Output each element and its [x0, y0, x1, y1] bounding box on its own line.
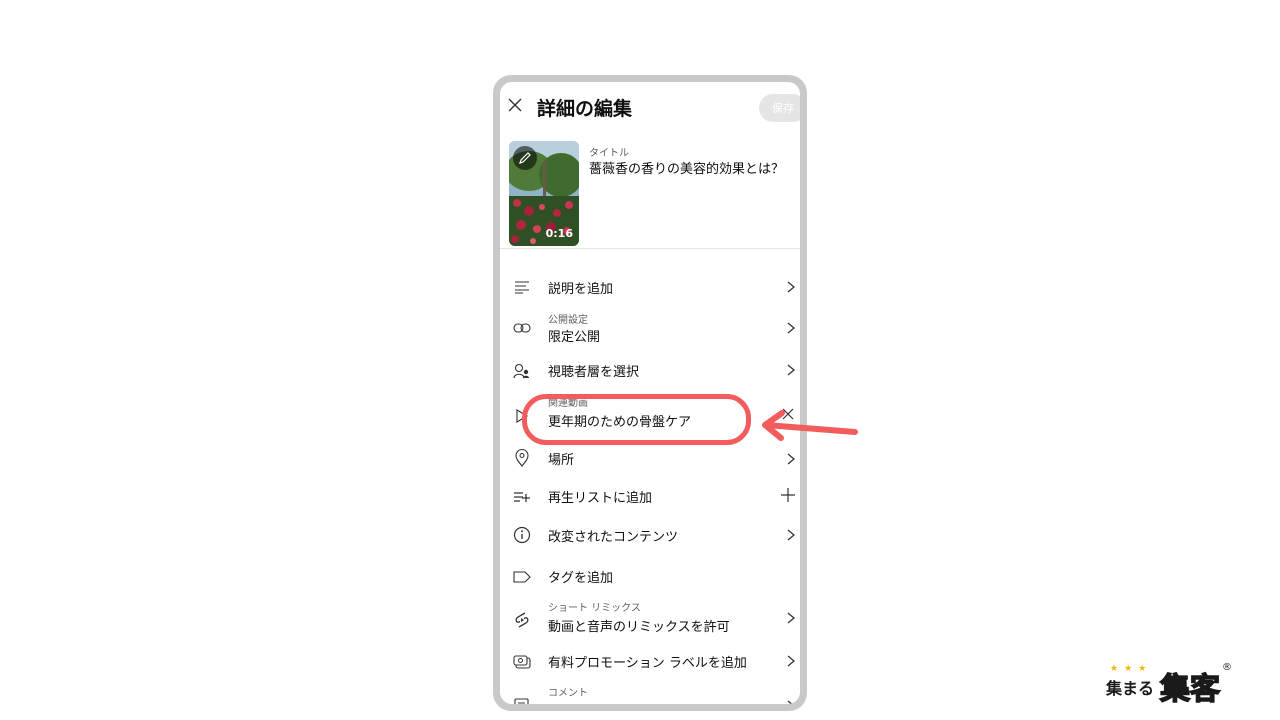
paid-promotion-icon: [513, 653, 531, 671]
close-button[interactable]: [506, 96, 524, 114]
chevron-right-icon: [785, 363, 797, 377]
page-title: 詳細の編集: [537, 98, 633, 120]
audience-icon: [513, 362, 531, 380]
highlight-annotation: [522, 394, 751, 445]
row-select-audience[interactable]: 視聴者層を選択: [500, 354, 800, 388]
shorts-remix-icon: [513, 611, 531, 629]
info-icon: [513, 526, 531, 544]
chevron-right-icon: [785, 611, 797, 625]
row-paid-promotion[interactable]: 有料プロモーション ラベルを追加: [500, 645, 800, 679]
chevron-right-icon: [785, 699, 797, 704]
row-add-tags[interactable]: タグを追加: [500, 559, 800, 595]
row-sublabel: コメント: [548, 688, 588, 699]
chevron-right-icon: [785, 280, 797, 294]
row-label: 有料プロモーション ラベルを追加: [548, 656, 747, 671]
logo-registered-mark: ®: [1222, 662, 1232, 673]
video-thumbnail[interactable]: 0:16: [509, 141, 579, 246]
title-field-label: タイトル: [589, 148, 629, 159]
chevron-right-icon: [785, 654, 797, 668]
row-label: 再生リストに追加: [548, 491, 653, 506]
title-field-value[interactable]: 薔薇香の香りの美容的効果とは？: [589, 158, 784, 177]
location-pin-icon: [513, 449, 531, 467]
link-icon: [513, 319, 531, 337]
save-button[interactable]: 保存: [759, 94, 800, 122]
logo-big-text: 集客: [1159, 671, 1221, 708]
pencil-icon: [519, 152, 531, 164]
row-comments[interactable]: コメント: [500, 683, 800, 704]
chevron-right-icon: [785, 528, 797, 542]
row-label: 改変されたコンテンツ: [548, 530, 679, 545]
tag-icon: [513, 568, 531, 586]
video-duration: 0:16: [545, 227, 573, 240]
close-icon: [508, 98, 522, 112]
video-summary: 0:16 タイトル 薔薇香の香りの美容的効果とは？: [500, 134, 800, 249]
row-label: 場所: [548, 453, 575, 468]
chevron-right-icon: [785, 321, 797, 335]
header: 詳細の編集 保存: [500, 82, 800, 132]
chevron-right-icon: [785, 452, 797, 466]
arrow-annotation: [762, 410, 858, 441]
edit-thumbnail-button[interactable]: [513, 146, 537, 170]
plus-icon: [781, 488, 795, 502]
row-label: 限定公開: [548, 330, 601, 345]
row-location[interactable]: 場所: [500, 442, 800, 476]
playlist-add-icon: [513, 488, 531, 506]
description-icon: [513, 278, 531, 296]
row-label: タグを追加: [548, 571, 614, 586]
row-sublabel: ショート リミックス: [548, 603, 641, 614]
row-shorts-remix[interactable]: ショート リミックス 動画と音声のリミックスを許可: [500, 596, 800, 640]
comment-icon: [513, 695, 531, 704]
stage: 詳細の編集 保存 0:16 タイトル 薔薇香の香りの美容的効果とは？ 説明を追加…: [0, 0, 1280, 720]
row-add-description[interactable]: 説明を追加: [500, 269, 800, 305]
row-visibility[interactable]: 公開設定 限定公開: [500, 307, 800, 347]
logo-stars: ★★★: [1110, 664, 1153, 674]
row-altered-content[interactable]: 改変されたコンテンツ: [500, 518, 800, 554]
row-add-to-playlist[interactable]: 再生リストに追加: [500, 480, 800, 514]
row-label: 説明を追加: [548, 282, 614, 297]
row-label: 視聴者層を選択: [548, 365, 640, 380]
logo-small-text: 集まる: [1106, 679, 1155, 698]
row-sublabel: 公開設定: [548, 315, 588, 326]
row-label: 動画と音声のリミックスを許可: [548, 620, 730, 635]
edit-details-screen: 詳細の編集 保存 0:16 タイトル 薔薇香の香りの美容的効果とは？ 説明を追加…: [500, 82, 800, 704]
phone-frame: 詳細の編集 保存 0:16 タイトル 薔薇香の香りの美容的効果とは？ 説明を追加…: [493, 75, 807, 711]
brand-logo: ★★★ 集まる 集客 ®: [1104, 662, 1234, 708]
